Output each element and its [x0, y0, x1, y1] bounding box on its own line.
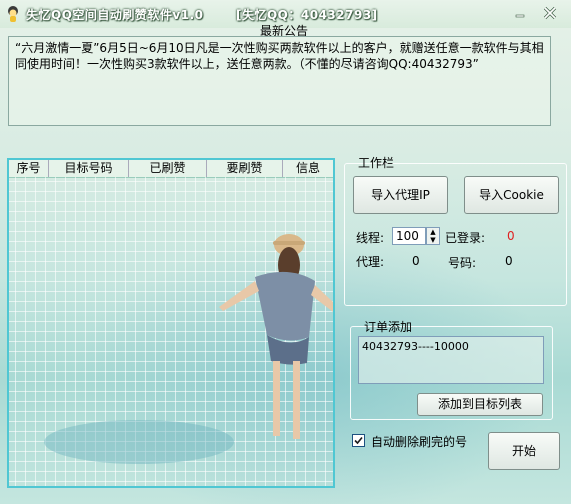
main-window: 失忆QQ空间自动刷赞软件v1.0 [失忆QQ：40432793] 最新公告 “六… — [0, 0, 571, 504]
background-figure-image — [44, 234, 333, 464]
threads-label: 线程: — [356, 231, 385, 245]
import-proxy-button[interactable]: 导入代理IP — [353, 176, 448, 214]
notice-text: “六月激情一夏”6月5日~6月10日凡是一次性购买两款软件以上的客户，就赠送任意… — [15, 41, 544, 71]
account-label: 号码: — [448, 256, 477, 270]
import-cookie-button[interactable]: 导入Cookie — [464, 176, 559, 214]
add-to-target-list-button[interactable]: 添加到目标列表 — [417, 393, 543, 416]
proxy-label: 代理: — [356, 255, 385, 269]
window-title-contact: [失忆QQ：40432793] — [236, 8, 378, 22]
window-title: 失忆QQ空间自动刷赞软件v1.0 — [26, 8, 204, 22]
close-icon — [543, 6, 557, 20]
column-header-liked[interactable]: 已刷赞 — [129, 160, 207, 177]
spin-down-icon[interactable]: ▼ — [427, 236, 439, 244]
logged-in-label: 已登录: — [445, 231, 486, 245]
close-button[interactable] — [540, 4, 560, 22]
minimize-button[interactable] — [510, 4, 530, 22]
app-icon — [8, 6, 18, 22]
order-textarea[interactable]: 40432793----10000 — [358, 336, 544, 384]
target-table[interactable]: 序号 目标号码 已刷赞 要刷赞 信息 — [7, 158, 335, 488]
minimize-icon — [515, 14, 525, 18]
logged-in-count: 0 — [507, 229, 515, 243]
column-header-index[interactable]: 序号 — [9, 160, 49, 177]
auto-delete-checkbox[interactable] — [352, 434, 365, 447]
account-count: 0 — [505, 254, 513, 268]
spin-up-icon[interactable]: ▲ — [427, 228, 439, 236]
start-button[interactable]: 开始 — [488, 432, 560, 470]
auto-delete-label[interactable]: 自动删除刷完的号 — [371, 433, 467, 450]
toolbar-group-title: 工作栏 — [358, 156, 395, 170]
threads-spinner[interactable]: ▲ ▼ — [426, 227, 440, 245]
checkmark-icon — [354, 436, 363, 445]
column-header-info[interactable]: 信息 — [283, 160, 333, 177]
column-header-target[interactable]: 目标号码 — [49, 160, 129, 177]
table-header: 序号 目标号码 已刷赞 要刷赞 信息 — [9, 160, 333, 178]
threads-input[interactable]: 100 — [392, 227, 426, 245]
notice-box: “六月激情一夏”6月5日~6月10日凡是一次性购买两款软件以上的客户，就赠送任意… — [8, 36, 551, 126]
proxy-count: 0 — [412, 254, 420, 268]
column-header-to-like[interactable]: 要刷赞 — [207, 160, 283, 177]
table-body — [9, 177, 333, 486]
order-group-title: 订单添加 — [364, 320, 413, 334]
